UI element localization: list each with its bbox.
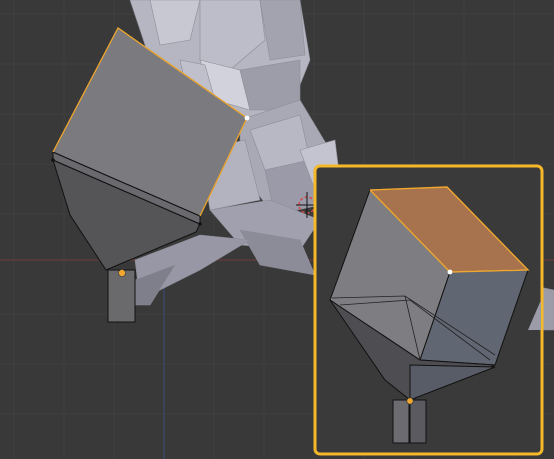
inset-panel	[313, 164, 544, 456]
3d-viewport[interactable]	[0, 0, 554, 459]
inset-active-vertex	[447, 269, 453, 275]
inset-origin-dot	[406, 397, 414, 405]
